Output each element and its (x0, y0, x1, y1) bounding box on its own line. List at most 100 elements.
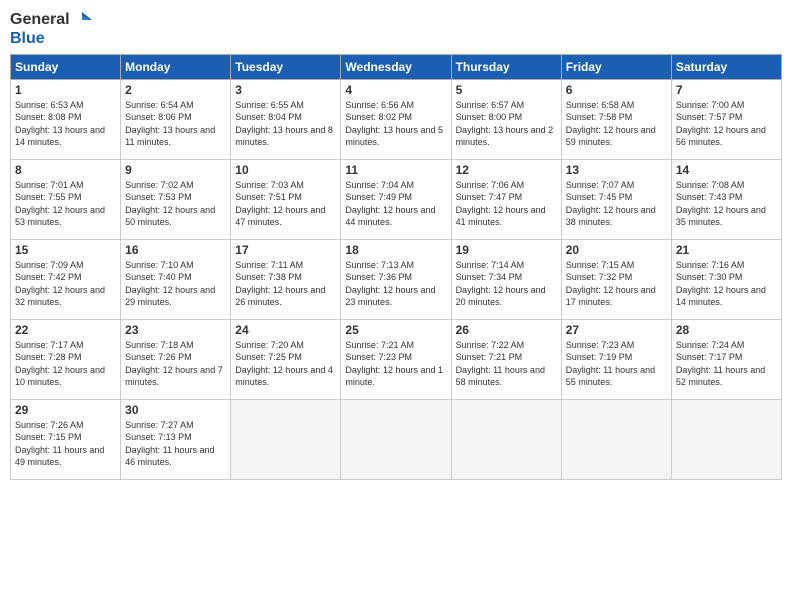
day-number: 2 (125, 83, 226, 97)
day-number: 24 (235, 323, 336, 337)
col-tuesday: Tuesday (231, 54, 341, 79)
calendar-cell (451, 399, 561, 479)
calendar-cell: 28Sunrise: 7:24 AMSunset: 7:17 PMDayligh… (671, 319, 781, 399)
day-info: Sunrise: 7:00 AMSunset: 7:57 PMDaylight:… (676, 99, 777, 149)
logo-container: General Blue (10, 10, 92, 48)
calendar-cell: 6 Sunrise: 6:58 AMSunset: 7:58 PMDaylight… (561, 79, 671, 159)
calendar-cell: 3 Sunrise: 6:55 AMSunset: 8:04 PMDaylight… (231, 79, 341, 159)
calendar-cell: 10 Sunrise: 7:03 AMSunset: 7:51 PMDayligh… (231, 159, 341, 239)
day-number: 3 (235, 83, 336, 97)
calendar-cell: 8 Sunrise: 7:01 AMSunset: 7:55 PMDaylight… (11, 159, 121, 239)
day-number: 21 (676, 243, 777, 257)
day-number: 8 (15, 163, 116, 177)
day-info: Sunrise: 7:17 AMSunset: 7:28 PMDaylight:… (15, 339, 116, 389)
day-number: 30 (125, 403, 226, 417)
day-number: 7 (676, 83, 777, 97)
day-number: 15 (15, 243, 116, 257)
day-info: Sunrise: 6:54 AMSunset: 8:06 PMDaylight:… (125, 99, 226, 149)
day-info: Sunrise: 7:08 AMSunset: 7:43 PMDaylight:… (676, 179, 777, 229)
day-number: 27 (566, 323, 667, 337)
day-info: Sunrise: 6:58 AMSunset: 7:58 PMDaylight:… (566, 99, 667, 149)
day-number: 14 (676, 163, 777, 177)
day-info: Sunrise: 6:57 AMSunset: 8:00 PMDaylight:… (456, 99, 557, 149)
day-info: Sunrise: 7:04 AMSunset: 7:49 PMDaylight:… (345, 179, 446, 229)
logo: General Blue (10, 10, 92, 48)
calendar-cell: 29 Sunrise: 7:26 AMSunset: 7:15 PMDayligh… (11, 399, 121, 479)
day-info: Sunrise: 7:27 AMSunset: 7:13 PMDaylight:… (125, 419, 226, 469)
day-info: Sunrise: 7:21 AMSunset: 7:23 PMDaylight:… (345, 339, 446, 389)
calendar-cell: 14 Sunrise: 7:08 AMSunset: 7:43 PMDayligh… (671, 159, 781, 239)
day-info: Sunrise: 6:56 AMSunset: 8:02 PMDaylight:… (345, 99, 446, 149)
header-row: Sunday Monday Tuesday Wednesday Thursday… (11, 54, 782, 79)
day-info: Sunrise: 7:02 AMSunset: 7:53 PMDaylight:… (125, 179, 226, 229)
day-info: Sunrise: 7:01 AMSunset: 7:55 PMDaylight:… (15, 179, 116, 229)
day-info: Sunrise: 7:23 AMSunset: 7:19 PMDaylight:… (566, 339, 667, 389)
calendar-body: 1 Sunrise: 6:53 AMSunset: 8:08 PMDaylight… (11, 79, 782, 479)
day-info: Sunrise: 7:20 AMSunset: 7:25 PMDaylight:… (235, 339, 336, 389)
day-info: Sunrise: 7:07 AMSunset: 7:45 PMDaylight:… (566, 179, 667, 229)
day-info: Sunrise: 7:06 AMSunset: 7:47 PMDaylight:… (456, 179, 557, 229)
calendar-row: 29 Sunrise: 7:26 AMSunset: 7:15 PMDayligh… (11, 399, 782, 479)
calendar-cell: 23 Sunrise: 7:18 AMSunset: 7:26 PMDayligh… (121, 319, 231, 399)
day-number: 16 (125, 243, 226, 257)
day-number: 6 (566, 83, 667, 97)
calendar-cell (341, 399, 451, 479)
calendar-cell: 1 Sunrise: 6:53 AMSunset: 8:08 PMDaylight… (11, 79, 121, 159)
calendar-cell: 17 Sunrise: 7:11 AMSunset: 7:38 PMDayligh… (231, 239, 341, 319)
day-number: 25 (345, 323, 446, 337)
day-number: 19 (456, 243, 557, 257)
calendar-cell: 7 Sunrise: 7:00 AMSunset: 7:57 PMDaylight… (671, 79, 781, 159)
calendar-cell: 5 Sunrise: 6:57 AMSunset: 8:00 PMDaylight… (451, 79, 561, 159)
col-sunday: Sunday (11, 54, 121, 79)
day-info: Sunrise: 7:13 AMSunset: 7:36 PMDaylight:… (345, 259, 446, 309)
day-info: Sunrise: 7:11 AMSunset: 7:38 PMDaylight:… (235, 259, 336, 309)
day-number: 4 (345, 83, 446, 97)
day-number: 29 (15, 403, 116, 417)
col-friday: Friday (561, 54, 671, 79)
col-thursday: Thursday (451, 54, 561, 79)
calendar-cell: 24 Sunrise: 7:20 AMSunset: 7:25 PMDayligh… (231, 319, 341, 399)
calendar-cell: 22Sunrise: 7:17 AMSunset: 7:28 PMDayligh… (11, 319, 121, 399)
day-info: Sunrise: 6:53 AMSunset: 8:08 PMDaylight:… (15, 99, 116, 149)
calendar-cell: 18 Sunrise: 7:13 AMSunset: 7:36 PMDayligh… (341, 239, 451, 319)
calendar-cell: 20 Sunrise: 7:15 AMSunset: 7:32 PMDayligh… (561, 239, 671, 319)
day-info: Sunrise: 7:03 AMSunset: 7:51 PMDaylight:… (235, 179, 336, 229)
day-number: 5 (456, 83, 557, 97)
logo-bird-icon (72, 10, 92, 30)
col-saturday: Saturday (671, 54, 781, 79)
day-info: Sunrise: 7:15 AMSunset: 7:32 PMDaylight:… (566, 259, 667, 309)
day-info: Sunrise: 7:16 AMSunset: 7:30 PMDaylight:… (676, 259, 777, 309)
calendar-cell: 30 Sunrise: 7:27 AMSunset: 7:13 PMDayligh… (121, 399, 231, 479)
col-monday: Monday (121, 54, 231, 79)
calendar-cell: 19Sunrise: 7:14 AMSunset: 7:34 PMDayligh… (451, 239, 561, 319)
day-number: 13 (566, 163, 667, 177)
day-info: Sunrise: 7:18 AMSunset: 7:26 PMDaylight:… (125, 339, 226, 389)
day-number: 26 (456, 323, 557, 337)
calendar-cell (561, 399, 671, 479)
col-wednesday: Wednesday (341, 54, 451, 79)
calendar-row: 1 Sunrise: 6:53 AMSunset: 8:08 PMDaylight… (11, 79, 782, 159)
day-number: 18 (345, 243, 446, 257)
day-number: 12 (456, 163, 557, 177)
calendar-cell: 25 Sunrise: 7:21 AMSunset: 7:23 PMDayligh… (341, 319, 451, 399)
calendar-cell: 11 Sunrise: 7:04 AMSunset: 7:49 PMDayligh… (341, 159, 451, 239)
day-number: 28 (676, 323, 777, 337)
day-number: 1 (15, 83, 116, 97)
day-number: 9 (125, 163, 226, 177)
day-info: Sunrise: 6:55 AMSunset: 8:04 PMDaylight:… (235, 99, 336, 149)
day-info: Sunrise: 7:10 AMSunset: 7:40 PMDaylight:… (125, 259, 226, 309)
day-info: Sunrise: 7:09 AMSunset: 7:42 PMDaylight:… (15, 259, 116, 309)
calendar-cell (231, 399, 341, 479)
day-number: 23 (125, 323, 226, 337)
calendar-cell: 12 Sunrise: 7:06 AMSunset: 7:47 PMDayligh… (451, 159, 561, 239)
day-number: 17 (235, 243, 336, 257)
calendar-cell: 21 Sunrise: 7:16 AMSunset: 7:30 PMDayligh… (671, 239, 781, 319)
calendar-cell: 26Sunrise: 7:22 AMSunset: 7:21 PMDayligh… (451, 319, 561, 399)
calendar-cell: 2 Sunrise: 6:54 AMSunset: 8:06 PMDaylight… (121, 79, 231, 159)
day-number: 10 (235, 163, 336, 177)
calendar-row: 15 Sunrise: 7:09 AMSunset: 7:42 PMDayligh… (11, 239, 782, 319)
day-number: 11 (345, 163, 446, 177)
day-info: Sunrise: 7:26 AMSunset: 7:15 PMDaylight:… (15, 419, 116, 469)
calendar-row: 8 Sunrise: 7:01 AMSunset: 7:55 PMDaylight… (11, 159, 782, 239)
day-number: 20 (566, 243, 667, 257)
